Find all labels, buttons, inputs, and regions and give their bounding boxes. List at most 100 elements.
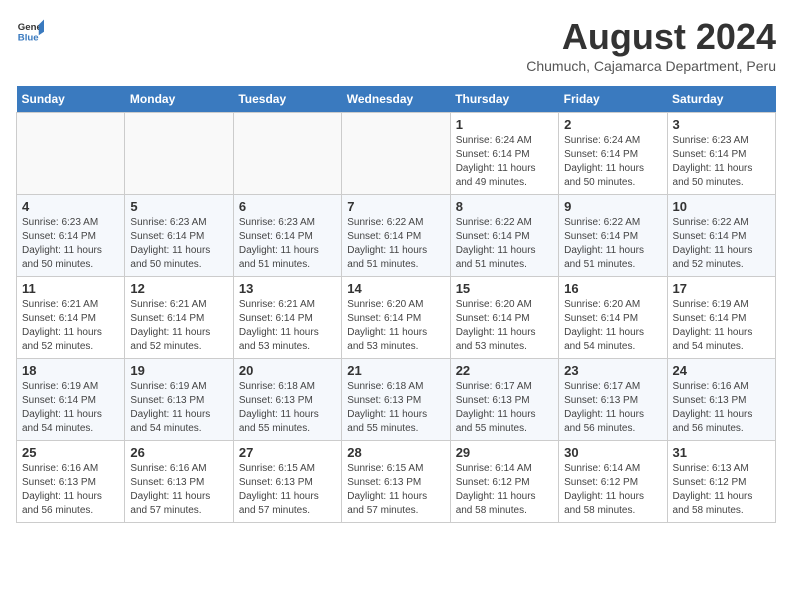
day-number: 20 [239,363,336,378]
title-area: August 2024 Chumuch, Cajamarca Departmen… [526,16,776,74]
calendar-cell: 29 Sunrise: 6:14 AM Sunset: 6:12 PM Dayli… [450,441,558,523]
day-header-wednesday: Wednesday [342,86,450,113]
day-info: Sunrise: 6:16 AM Sunset: 6:13 PM Dayligh… [22,462,119,518]
day-number: 17 [673,281,770,296]
calendar-cell: 1Sunrise: 6:24 AM Sunset: 6:14 PM Daylig… [450,113,558,195]
day-number: 19 [130,363,227,378]
day-info: Sunrise: 6:20 AM Sunset: 6:14 PM Dayligh… [347,298,444,354]
calendar-cell: 4 Sunrise: 6:23 AM Sunset: 6:14 PM Daylig… [17,195,125,277]
day-info: Sunrise: 6:19 AM Sunset: 6:14 PM Dayligh… [22,380,119,436]
calendar-cell: 18 Sunrise: 6:19 AM Sunset: 6:14 PM Dayli… [17,359,125,441]
day-number: 23 [564,363,661,378]
day-number: 25 [22,445,119,460]
day-number: 26 [130,445,227,460]
day-info: Sunrise: 6:18 AM Sunset: 6:13 PM Dayligh… [347,380,444,436]
day-info: Sunrise: 6:17 AM Sunset: 6:13 PM Dayligh… [456,380,553,436]
calendar-cell [17,113,125,195]
logo: General Blue [16,16,44,44]
day-number: 15 [456,281,553,296]
day-number: 1 [456,117,553,132]
day-info: Sunrise: 6:23 AM Sunset: 6:14 PM Dayligh… [239,216,336,272]
day-number: 3 [673,117,770,132]
day-info: Sunrise: 6:23 AM Sunset: 6:14 PM Dayligh… [22,216,119,272]
calendar-body: 1 Sunrise: 6:24 AM Sunset: 6:14 PM Daylig… [17,113,776,523]
day-info: Sunrise: 6:22 AM Sunset: 6:14 PM Dayligh… [456,216,553,272]
day-info: Sunrise: 6:14 AM Sunset: 6:12 PM Dayligh… [564,462,661,518]
calendar-cell: 6 Sunrise: 6:23 AM Sunset: 6:14 PM Daylig… [233,195,341,277]
day-number: 10 [673,199,770,214]
day-number: 28 [347,445,444,460]
day-header-thursday: Thursday [450,86,558,113]
calendar-cell: 31Sunrise: 6:13 AM Sunset: 6:12 PM Dayli… [667,441,775,523]
calendar-cell: 19 Sunrise: 6:19 AM Sunset: 6:13 PM Dayli… [125,359,233,441]
calendar-cell: 9 Sunrise: 6:22 AM Sunset: 6:14 PM Daylig… [559,195,667,277]
day-info: Sunrise: 6:15 AM Sunset: 6:13 PM Dayligh… [347,462,444,518]
day-info: Sunrise: 6:16 AM Sunset: 6:13 PM Dayligh… [130,462,227,518]
day-number: 24 [673,363,770,378]
day-number: 4 [22,199,119,214]
day-number: 18 [22,363,119,378]
calendar-cell: 20 Sunrise: 6:18 AM Sunset: 6:13 PM Dayli… [233,359,341,441]
calendar-table: SundayMondayTuesdayWednesdayThursdayFrid… [16,86,776,523]
calendar-cell: 3 Sunrise: 6:23 AM Sunset: 6:14 PM Daylig… [667,113,775,195]
calendar-week-4: 25 Sunrise: 6:16 AM Sunset: 6:13 PM Dayli… [17,441,776,523]
day-info: Sunrise: 6:22 AM Sunset: 6:14 PM Dayligh… [347,216,444,272]
day-header-tuesday: Tuesday [233,86,341,113]
calendar-cell [233,113,341,195]
day-number: 16 [564,281,661,296]
calendar-cell: 24 Sunrise: 6:16 AM Sunset: 6:13 PM Dayli… [667,359,775,441]
calendar-cell: 27 Sunrise: 6:15 AM Sunset: 6:13 PM Dayli… [233,441,341,523]
calendar-week-3: 18 Sunrise: 6:19 AM Sunset: 6:14 PM Dayli… [17,359,776,441]
calendar-cell [125,113,233,195]
calendar-cell: 26 Sunrise: 6:16 AM Sunset: 6:13 PM Dayli… [125,441,233,523]
day-info: Sunrise: 6:16 AM Sunset: 6:13 PM Dayligh… [673,380,770,436]
calendar-week-0: 1 Sunrise: 6:24 AM Sunset: 6:14 PM Daylig… [17,113,776,195]
day-number: 27 [239,445,336,460]
day-number: 12 [130,281,227,296]
day-info: Sunrise: 6:17 AM Sunset: 6:13 PM Dayligh… [564,380,661,436]
day-number: 5 [130,199,227,214]
day-info: Sunrise: 6:20 AM Sunset: 6:14 PM Dayligh… [456,298,553,354]
day-number: 9 [564,199,661,214]
calendar-cell: 16 Sunrise: 6:20 AM Sunset: 6:14 PM Dayli… [559,277,667,359]
calendar-cell: 30 Sunrise: 6:14 AM Sunset: 6:12 PM Dayli… [559,441,667,523]
svg-text:Blue: Blue [18,33,39,44]
day-number: 6 [239,199,336,214]
day-header-sunday: Sunday [17,86,125,113]
calendar-cell [342,113,450,195]
day-info: Sunrise: 6:19 AM Sunset: 6:13 PM Dayligh… [130,380,227,436]
calendar-cell: 25 Sunrise: 6:16 AM Sunset: 6:13 PM Dayli… [17,441,125,523]
calendar-cell: 13Sunrise: 6:21 AM Sunset: 6:14 PM Dayli… [233,277,341,359]
day-number: 7 [347,199,444,214]
day-info: Sunrise: 6:24 AM Sunset: 6:14 PM Dayligh… [564,134,661,190]
day-info: Sunrise: 6:13 AM Sunset: 6:12 PM Dayligh… [673,462,770,518]
day-info: Sunrise: 6:21 AM Sunset: 6:14 PM Dayligh… [130,298,227,354]
day-info: Sunrise: 6:15 AM Sunset: 6:13 PM Dayligh… [239,462,336,518]
day-info: Sunrise: 6:22 AM Sunset: 6:14 PM Dayligh… [564,216,661,272]
calendar-cell: 8Sunrise: 6:22 AM Sunset: 6:14 PM Daylig… [450,195,558,277]
calendar-cell: 17Sunrise: 6:19 AM Sunset: 6:14 PM Dayli… [667,277,775,359]
day-info: Sunrise: 6:18 AM Sunset: 6:13 PM Dayligh… [239,380,336,436]
calendar-cell: 5 Sunrise: 6:23 AM Sunset: 6:14 PM Daylig… [125,195,233,277]
calendar-cell: 15 Sunrise: 6:20 AM Sunset: 6:14 PM Dayli… [450,277,558,359]
calendar-cell: 12 Sunrise: 6:21 AM Sunset: 6:14 PM Dayli… [125,277,233,359]
month-title: August 2024 [526,16,776,58]
header: General Blue August 2024 Chumuch, Cajama… [16,16,776,74]
day-header-saturday: Saturday [667,86,775,113]
day-info: Sunrise: 6:14 AM Sunset: 6:12 PM Dayligh… [456,462,553,518]
day-info: Sunrise: 6:21 AM Sunset: 6:14 PM Dayligh… [22,298,119,354]
day-number: 30 [564,445,661,460]
day-number: 11 [22,281,119,296]
day-number: 22 [456,363,553,378]
calendar-week-1: 4 Sunrise: 6:23 AM Sunset: 6:14 PM Daylig… [17,195,776,277]
calendar-cell: 28 Sunrise: 6:15 AM Sunset: 6:13 PM Dayli… [342,441,450,523]
calendar-header-row: SundayMondayTuesdayWednesdayThursdayFrid… [17,86,776,113]
day-info: Sunrise: 6:21 AM Sunset: 6:14 PM Dayligh… [239,298,336,354]
calendar-week-2: 11 Sunrise: 6:21 AM Sunset: 6:14 PM Dayli… [17,277,776,359]
day-info: Sunrise: 6:23 AM Sunset: 6:14 PM Dayligh… [673,134,770,190]
day-info: Sunrise: 6:23 AM Sunset: 6:14 PM Dayligh… [130,216,227,272]
calendar-cell: 10Sunrise: 6:22 AM Sunset: 6:14 PM Dayli… [667,195,775,277]
day-number: 21 [347,363,444,378]
day-info: Sunrise: 6:20 AM Sunset: 6:14 PM Dayligh… [564,298,661,354]
day-number: 29 [456,445,553,460]
